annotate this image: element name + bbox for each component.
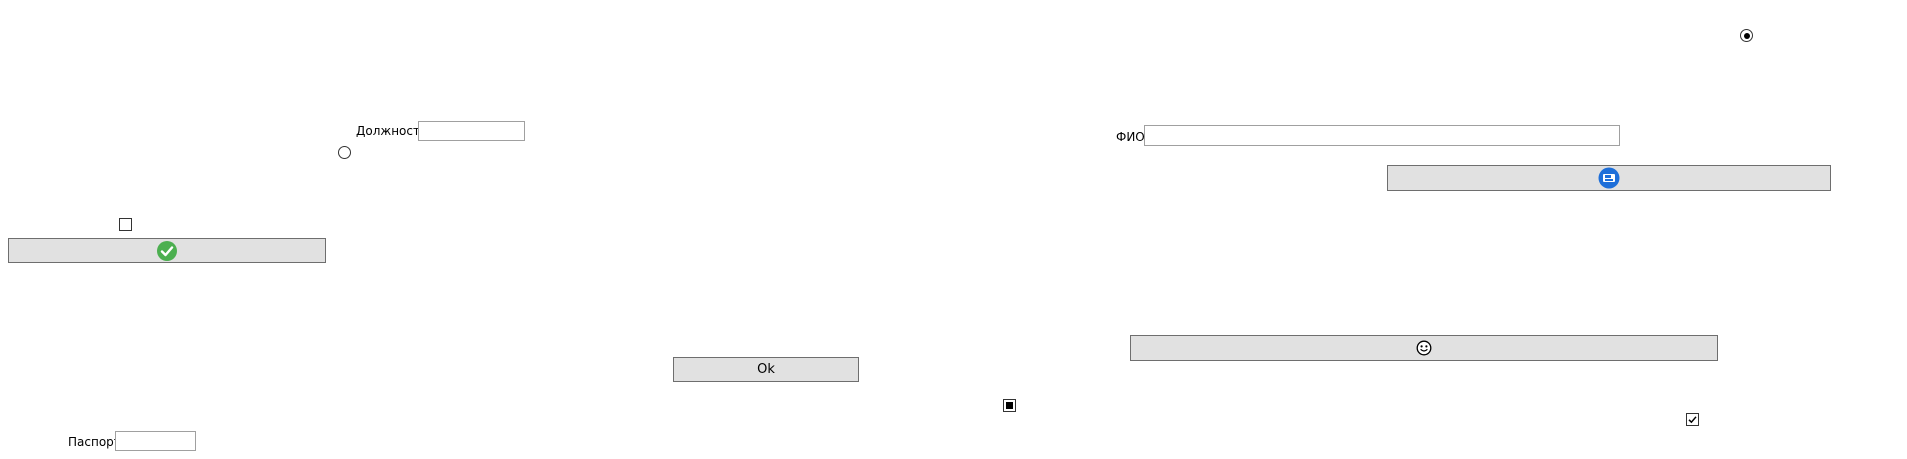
green-checkmark-icon	[157, 240, 177, 261]
smiley-icon	[1416, 340, 1432, 356]
smiley-button[interactable]	[1130, 335, 1718, 361]
radio-left[interactable]	[338, 146, 351, 159]
fio-label: ФИО	[1116, 130, 1145, 144]
fio-field[interactable]	[1144, 125, 1620, 146]
passport-label: Паспорт	[68, 435, 121, 449]
checkbox-right[interactable]	[1686, 413, 1699, 426]
ok-button-label: Ok	[757, 362, 775, 377]
confirm-button[interactable]	[8, 238, 326, 263]
position-field[interactable]	[418, 121, 525, 141]
checkbox-middle[interactable]	[1003, 399, 1016, 412]
checkmark-icon	[1688, 416, 1697, 424]
ok-button[interactable]: Ok	[673, 357, 859, 382]
save-button[interactable]	[1387, 165, 1831, 191]
radio-top-right[interactable]	[1740, 29, 1753, 42]
checkbox-left[interactable]	[119, 218, 132, 231]
position-label: Должность	[356, 124, 428, 138]
blue-floppy-icon	[1598, 167, 1620, 189]
passport-field[interactable]	[115, 431, 196, 451]
